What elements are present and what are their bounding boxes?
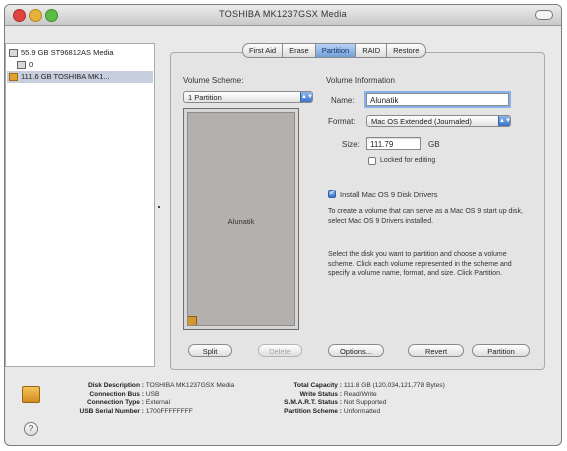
volume-name-field[interactable]: Alunatik [366,93,509,106]
info-row: Connection Type : External [86,399,171,406]
info-row: Partition Scheme : Unformatted [284,407,381,415]
sidebar-item-disk-2[interactable]: 111.6 GB TOSHIBA MK1... [7,71,153,83]
sidebar-item-label: 0 [29,60,34,69]
external-disk-icon [22,386,40,403]
info-row: Disk Description : TOSHIBA MK1237GSX Med… [87,382,235,389]
title-bar: TOSHIBA MK1237GSX Media [5,5,561,26]
splitter-handle[interactable] [158,206,160,208]
volume-block-name: Alunatik [227,217,255,226]
os9-drivers-label: Install Mac OS 9 Disk Drivers [340,190,438,199]
sidebar-item-label: 55.9 GB ST96812AS Media [21,48,114,57]
volume-scheme-select[interactable]: 1 Partition ▲▼ [183,91,313,103]
locked-label: Locked for editing [380,157,436,164]
volume-resize-icon[interactable] [188,316,197,325]
format-value: Mac OS Extended (Journaled) [371,117,472,126]
tab-partition[interactable]: Partition [314,43,357,58]
external-disk-icon [9,73,18,82]
info-row: USB Serial Number : 1700FFFFFFFF [79,407,193,415]
volume-icon [17,61,26,70]
size-unit-label: GB [428,140,440,149]
sidebar-item-disk-1[interactable]: 55.9 GB ST96812AS Media [7,47,153,59]
name-label: Name: [331,96,355,105]
revert-button[interactable]: Revert [408,344,464,357]
locked-checkbox[interactable] [368,157,376,165]
volume-information-label: Volume Information [326,76,395,85]
volume-partition-block[interactable]: Alunatik [187,112,295,326]
hard-disk-icon [9,49,18,58]
options-button[interactable]: Options... [328,344,384,357]
info-row: Connection Bus : USB [89,390,160,398]
os9-drivers-checkbox[interactable] [328,188,336,198]
info-row: Write Status : Read/Write [299,390,377,398]
tab-bar: First Aid Erase Partition RAID Restore [242,43,427,59]
tab-erase[interactable]: Erase [282,43,316,58]
tab-raid[interactable]: RAID [355,43,388,58]
window-title: TOSHIBA MK1237GSX Media [219,9,347,19]
size-label: Size: [342,140,360,149]
disk-info-left: Disk Description : TOSHIBA MK1237GSX Med… [52,382,235,416]
info-row: S.M.A.R.T. Status : Not Supported [284,399,387,406]
volume-scheme-label: Volume Scheme: [183,76,244,85]
os9-help-text: To create a volume that can serve as a M… [328,208,523,225]
delete-button[interactable]: Delete [258,344,302,357]
disk-list[interactable]: 55.9 GB ST96812AS Media 0 111.6 GB TOSHI… [5,43,155,367]
tab-restore[interactable]: Restore [386,43,427,58]
format-select[interactable]: Mac OS Extended (Journaled) ▲▼ [366,115,511,127]
select-arrows-icon: ▲▼ [498,116,511,126]
select-arrows-icon: ▲▼ [300,92,313,102]
format-label: Format: [328,117,356,126]
volume-scheme-value: 1 Partition [188,93,222,102]
size-field[interactable]: 111.79 [366,137,421,150]
partition-help-text: Select the disk you want to partition an… [328,251,512,277]
help-button[interactable]: ? [24,422,38,436]
info-row: Total Capacity : 111.8 GB (120,034,121,7… [293,382,445,389]
split-button[interactable]: Split [188,344,232,357]
sidebar-item-volume[interactable]: 0 [7,59,153,71]
toolbar-toggle-button[interactable] [535,10,553,20]
volume-scheme-map: Alunatik [183,108,299,330]
partition-button[interactable]: Partition [472,344,530,357]
tab-first-aid[interactable]: First Aid [242,43,284,58]
disk-info-right: Total Capacity : 111.8 GB (120,034,121,7… [264,382,445,416]
sidebar-item-label: 111.6 GB TOSHIBA MK1... [21,72,110,81]
